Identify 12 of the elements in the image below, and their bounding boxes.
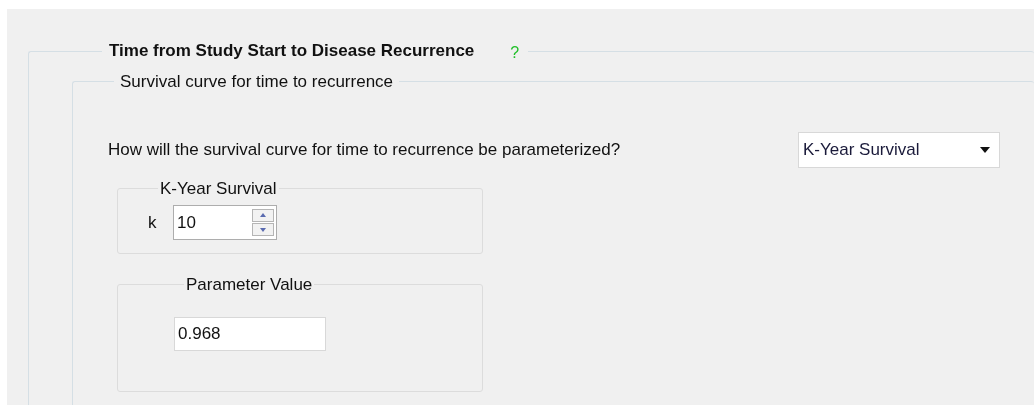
k-label: k — [148, 211, 158, 234]
spin-down-icon[interactable] — [252, 223, 274, 236]
question-label: How will the survival curve for time to recurrence be parameterized? — [108, 138, 622, 161]
parameter-value-title: Parameter Value — [186, 274, 313, 294]
section-title: Time from Study Start to Disease Recurrence — [109, 40, 475, 63]
parameter-value-field[interactable]: 0.968 — [174, 317, 326, 351]
k-spinner[interactable]: 10 — [173, 205, 277, 240]
group-title: Survival curve for time to recurrence — [120, 72, 394, 91]
spin-up-icon[interactable] — [252, 209, 274, 222]
parameterization-dropdown[interactable]: K-Year Survival — [798, 131, 1000, 168]
k-year-title: K-Year Survival — [160, 178, 277, 198]
dropdown-arrow-icon — [980, 146, 990, 153]
